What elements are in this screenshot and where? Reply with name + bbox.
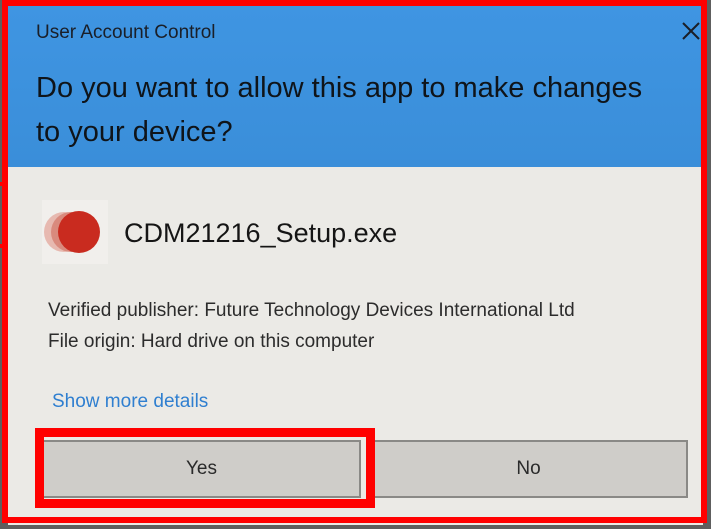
yes-button[interactable]: Yes [42,440,361,498]
dialog-title: User Account Control [36,22,216,43]
uac-dialog: User Account Control Do you want to allo… [8,6,703,525]
app-icon [42,200,108,264]
close-icon[interactable] [680,20,702,42]
app-name: CDM21216_Setup.exe [124,218,398,248]
show-more-details-link[interactable]: Show more details [52,391,208,413]
file-origin: File origin: Hard drive on this computer [48,331,375,352]
permission-question: Do you want to allow this app to make ch… [36,72,643,148]
button-row: Yes No [42,440,688,498]
dialog-header: User Account Control Do you want to allo… [8,6,703,167]
no-button[interactable]: No [369,440,688,498]
verified-publisher: Verified publisher: Future Technology De… [48,300,575,321]
